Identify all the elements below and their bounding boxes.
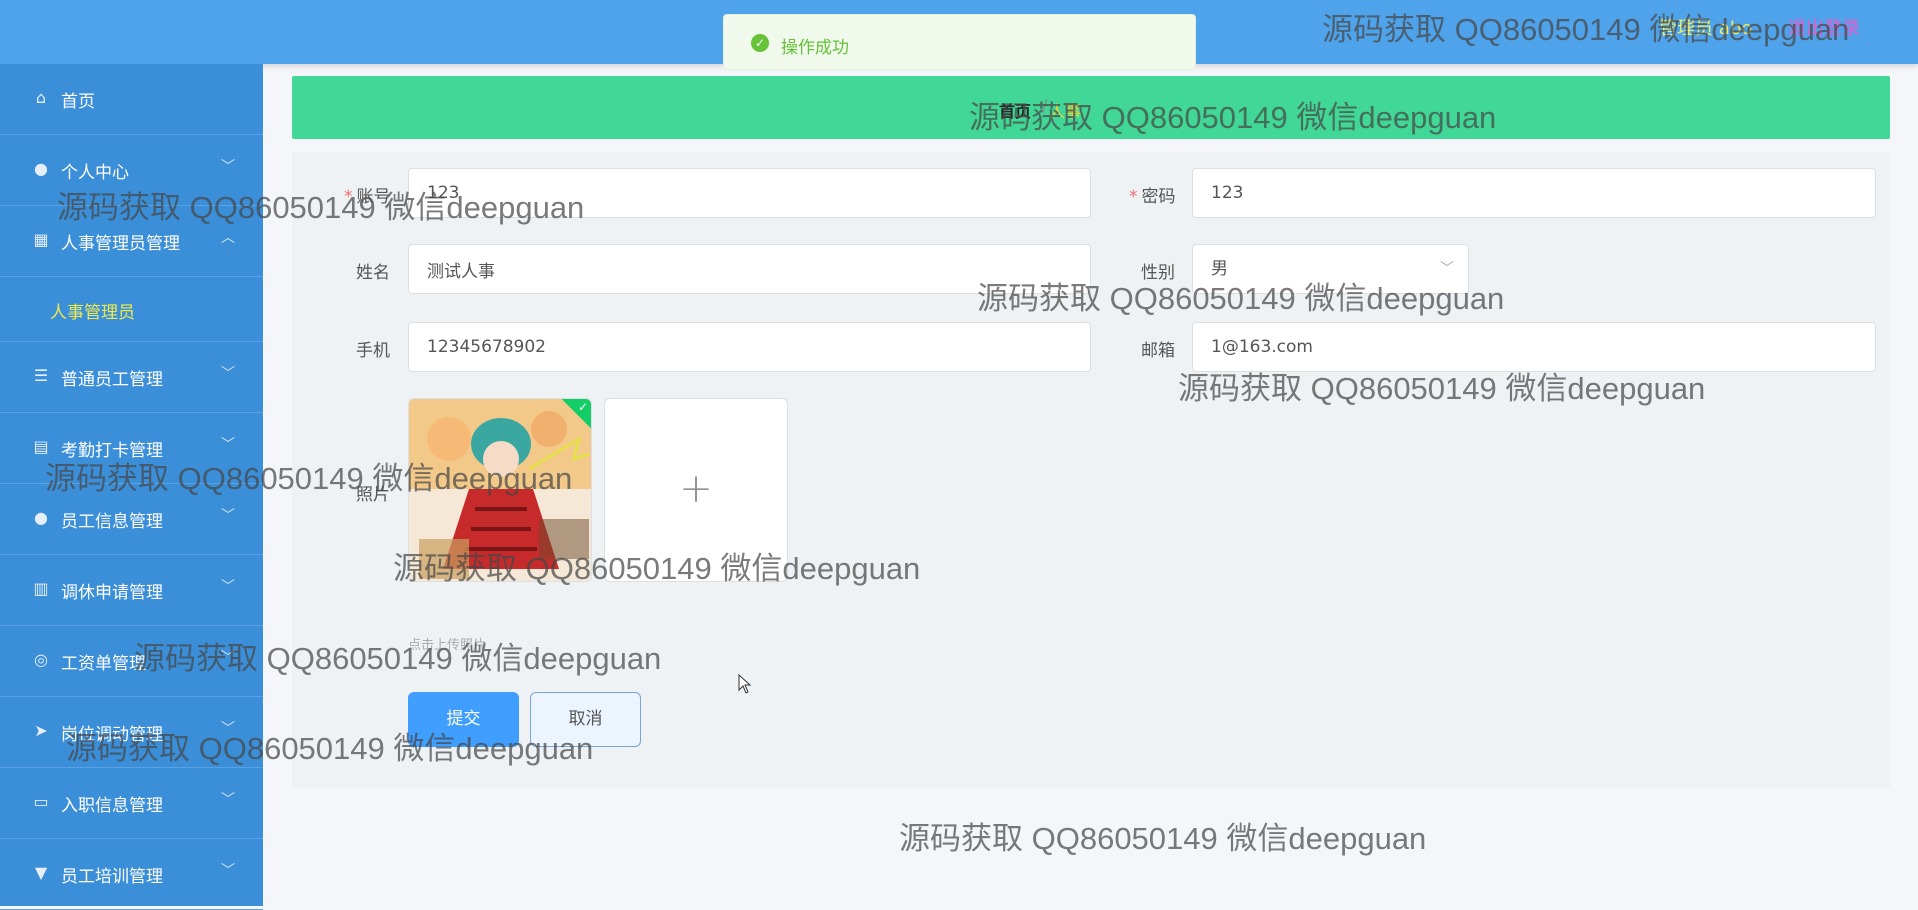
- chevron-down-icon: ﹀: [221, 437, 235, 453]
- name-label: 姓名: [356, 263, 390, 283]
- gender-select[interactable]: 男 ﹀: [1192, 244, 1469, 294]
- gender-label: 性别: [1141, 263, 1175, 283]
- card-icon: ▭: [33, 792, 49, 811]
- phone-input[interactable]: [408, 322, 1091, 372]
- sidebar-item-label: 岗位调动管理: [61, 725, 163, 745]
- toast-message: 操作成功: [781, 38, 849, 58]
- sidebar-item-label: 首页: [61, 92, 95, 112]
- breadcrumb-current: 人事: [1049, 102, 1082, 121]
- home-icon: ⌂: [35, 88, 47, 107]
- chevron-down-icon: ﹀: [221, 579, 235, 595]
- sidebar-item-payslip-management[interactable]: ◎ 工资单管理 ﹀: [0, 626, 263, 697]
- upload-hint: 点击上传照片: [408, 638, 487, 653]
- chevron-down-icon: ﹀: [221, 650, 235, 666]
- breadcrumb-home[interactable]: 首页: [999, 98, 1031, 122]
- sidebar-item-home[interactable]: ⌂ 首页: [0, 64, 263, 135]
- password-label: * 密码: [1129, 182, 1176, 207]
- required-mark: *: [1129, 187, 1138, 207]
- chevron-down-icon: ﹀: [1440, 261, 1454, 277]
- photo-thumbnail: [409, 399, 591, 581]
- name-input[interactable]: [408, 244, 1091, 294]
- logout-link[interactable]: 退出登录: [1788, 18, 1860, 39]
- sidebar-item-training-management[interactable]: ▼ 员工培训管理 ﹀: [0, 839, 263, 910]
- top-links: 管理员 abo 退出登录: [1659, 14, 1860, 40]
- sidebar-item-label: 人事管理员管理: [61, 234, 180, 254]
- sidebar-subitem-hr-admin[interactable]: 人事管理员: [0, 277, 263, 342]
- sidebar: ⌂ 首页 ● 个人中心 ﹀ ▦ 人事管理员管理 ︿ 人事管理员 ☰ 普通员工管理…: [0, 64, 263, 910]
- sidebar-item-employee-info-management[interactable]: ● 员工信息管理 ﹀: [0, 484, 263, 555]
- chevron-down-icon: ﹀: [221, 721, 235, 737]
- sidebar-subitem-label: 人事管理员: [50, 303, 135, 323]
- submit-button[interactable]: 提交: [408, 692, 519, 747]
- edit-form: *账号 *密码 姓名 性别 男 ﹀ 手机 邮箱 照片 ✓ + 点击上传照: [292, 152, 1890, 788]
- chevron-down-icon: ﹀: [221, 366, 235, 382]
- chevron-down-icon: ﹀: [221, 508, 235, 524]
- trophy-icon: ▼: [34, 863, 48, 882]
- sidebar-item-hr-admin-management[interactable]: ▦ 人事管理员管理 ︿: [0, 206, 263, 277]
- chevron-up-icon: ︿: [221, 230, 235, 246]
- grid-icon: ▦: [33, 230, 49, 249]
- gender-value: 男: [1211, 259, 1228, 279]
- chevron-down-icon: ﹀: [221, 792, 235, 808]
- mouse-cursor-icon: [738, 674, 752, 694]
- send-icon: ➤: [34, 721, 48, 740]
- chevron-down-icon: ﹀: [221, 159, 235, 175]
- photo-label: 照片: [356, 485, 390, 505]
- account-label: * 账号: [344, 182, 391, 207]
- book-icon: ▥: [33, 579, 49, 598]
- sidebar-item-leave-request-management[interactable]: ▥ 调休申请管理 ﹀: [0, 555, 263, 626]
- watermark-text: 源码获取 QQ86050149 微信deepguan: [899, 821, 1427, 856]
- clipboard-icon: ▤: [33, 437, 49, 456]
- plus-icon: +: [679, 466, 713, 512]
- password-label-text: 密码: [1141, 187, 1176, 207]
- cancel-button[interactable]: 取消: [530, 692, 641, 747]
- check-icon: ✓: [577, 400, 588, 414]
- sidebar-item-label: 个人中心: [61, 163, 129, 183]
- sidebar-item-label: 考勤打卡管理: [61, 441, 163, 461]
- sidebar-item-personal-center[interactable]: ● 个人中心 ﹀: [0, 135, 263, 206]
- sidebar-item-label: 入职信息管理: [61, 796, 163, 816]
- breadcrumb: 首页 / 人事: [292, 76, 1890, 139]
- sidebar-item-employee-management[interactable]: ☰ 普通员工管理 ﹀: [0, 342, 263, 413]
- email-input[interactable]: [1192, 322, 1876, 372]
- sidebar-item-label: 员工信息管理: [61, 512, 163, 532]
- user-icon: ●: [34, 159, 48, 178]
- chevron-down-icon: ﹀: [221, 863, 235, 879]
- sidebar-item-transfer-management[interactable]: ➤ 岗位调动管理 ﹀: [0, 697, 263, 768]
- sidebar-item-label: 普通员工管理: [61, 370, 163, 390]
- breadcrumb-separator: /: [1042, 96, 1048, 115]
- account-input[interactable]: [408, 168, 1091, 218]
- sidebar-item-onboarding-management[interactable]: ▭ 入职信息管理 ﹀: [0, 768, 263, 839]
- password-input[interactable]: [1192, 168, 1876, 218]
- upload-photo-button[interactable]: +: [604, 398, 788, 582]
- email-label: 邮箱: [1141, 341, 1175, 361]
- sidebar-item-label: 调休申请管理: [61, 583, 163, 603]
- sidebar-item-label: 工资单管理: [61, 654, 146, 674]
- sidebar-item-attendance-management[interactable]: ▤ 考勤打卡管理 ﹀: [0, 413, 263, 484]
- location-icon: ●: [34, 508, 48, 527]
- compass-icon: ◎: [34, 650, 48, 669]
- uploaded-photo[interactable]: ✓: [408, 398, 592, 582]
- sidebar-item-label: 员工培训管理: [61, 867, 163, 887]
- account-label-text: 账号: [356, 187, 391, 207]
- success-toast: ✓ 操作成功: [723, 14, 1196, 70]
- required-mark: *: [344, 187, 353, 207]
- list-icon: ☰: [33, 366, 49, 385]
- current-user: 管理员 abo: [1659, 18, 1753, 39]
- success-check-icon: ✓: [751, 34, 769, 52]
- phone-label: 手机: [356, 341, 390, 361]
